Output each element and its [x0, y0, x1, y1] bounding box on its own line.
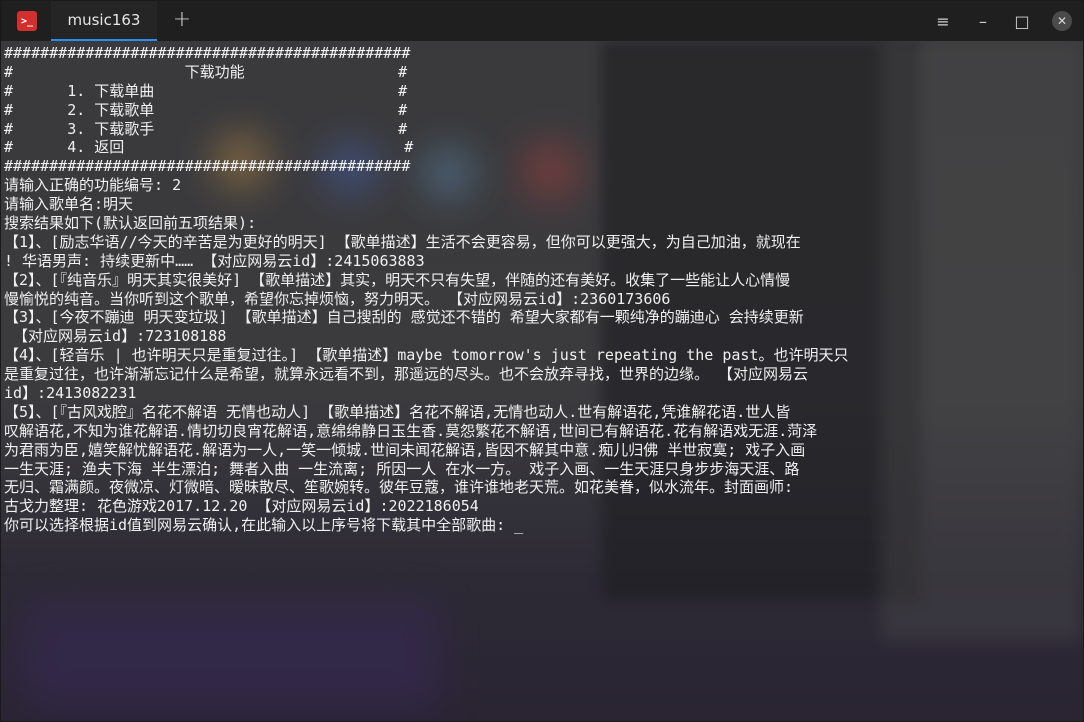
terminal-line: 叹解语花,不知为谁花解语.情切切良宵花解语,意绵绵静日玉生香.莫怨繁花不解语,世… — [4, 422, 1080, 441]
terminal-line-text: 【2】、[『纯音乐』明天其实很美好] 【歌单描述】其实，明天不只有失望，伴随的还… — [4, 270, 791, 289]
terminal-line-text: ! 华语男声: 持续更新中…… 【对应网易云id】:2415063883 — [4, 251, 425, 270]
terminal-line: 慢愉悦的纯音。当你听到这个歌单，希望你忘掉烦恼，努力明天。 【对应网易云id】:… — [4, 290, 1080, 309]
terminal-line-text: # 1. 下载单曲 # — [4, 81, 408, 100]
terminal-line: 一生天涯; 渔夫下海 半生漂泊; 舞者入曲 一生流离; 所因一人 在水一方。 戏… — [4, 460, 1080, 479]
menu-button[interactable]: ≡ — [930, 9, 956, 33]
terminal-line: 是重复过往，也许渐渐忘记什么是希望，就算永远看不到，那遥远的尽头。也不会放弃寻找… — [4, 365, 1080, 384]
terminal-line: 你可以选择根据id值到网易云确认,在此输入以上序号将下载其中全部歌曲: _ — [4, 516, 1080, 535]
minimize-button[interactable]: – — [970, 9, 996, 33]
terminal-line: ########################################… — [4, 44, 1080, 63]
terminal-app-icon[interactable]: >_ — [17, 11, 37, 31]
terminal-line-text: 【1】、[励志华语//今天的辛苦是为更好的明天] 【歌单描述】生活不会更容易，但… — [4, 232, 801, 251]
terminal-line-text: 为君雨为臣,嬉笑解忧解语花.解语为一人,一笑一倾城.世间未闻花解语,皆因不解其中… — [4, 440, 806, 459]
menu-icon: ≡ — [936, 11, 950, 31]
terminal-cursor[interactable]: _ — [514, 516, 523, 535]
terminal-line-text: ########################################… — [4, 157, 411, 176]
terminal-line: # 3. 下载歌手 # — [4, 120, 1080, 139]
terminal-output[interactable]: ########################################… — [4, 44, 1080, 716]
terminal-line-text: # 3. 下载歌手 # — [4, 119, 408, 138]
terminal-line-text: 你可以选择根据id值到网易云确认,在此输入以上序号将下载其中全部歌曲: — [4, 516, 515, 535]
maximize-button[interactable]: □ — [1009, 9, 1035, 33]
terminal-line-text: 【5】、[『古风戏腔』名花不解语 无情也动人] 【歌单描述】名花不解语,无情也动… — [4, 402, 791, 421]
terminal-line: 无归、霜满颜。夜微凉、灯微暗、暧昧散尽、笙歌婉转。彼年豆蔻，谁许谁地老天荒。如花… — [4, 478, 1080, 497]
terminal-line-text: 搜索结果如下(默认返回前五项结果): — [4, 214, 257, 233]
terminal-line: 【4】、[轻音乐 | 也许明天只是重复过往。] 【歌单描述】maybe tomo… — [4, 346, 1080, 365]
minimize-icon: – — [979, 11, 987, 31]
terminal-line: 搜索结果如下(默认返回前五项结果): — [4, 214, 1080, 233]
terminal-line: # 2. 下载歌单 # — [4, 101, 1080, 120]
terminal-line: # 4. 返回 # — [4, 138, 1080, 157]
terminal-line: # 下载功能 # — [4, 63, 1080, 82]
terminal-line-text: 【4】、[轻音乐 | 也许明天只是重复过往。] 【歌单描述】maybe tomo… — [4, 346, 849, 365]
terminal-line: 请输入正确的功能编号: 2 — [4, 176, 1080, 195]
terminal-line: 【2】、[『纯音乐』明天其实很美好] 【歌单描述】其实，明天不只有失望，伴随的还… — [4, 271, 1080, 290]
terminal-line-text: ########################################… — [4, 44, 411, 62]
terminal-line: 为君雨为臣,嬉笑解忧解语花.解语为一人,一笑一倾城.世间未闻花解语,皆因不解其中… — [4, 441, 1080, 460]
terminal-line: ########################################… — [4, 157, 1080, 176]
terminal-line: 【对应网易云id】:723108188 — [4, 327, 1080, 346]
terminal-line-text: 【3】、[今夜不蹦迪 明天变垃圾] 【歌单描述】自己搜刮的 感觉还不错的 希望大… — [4, 308, 804, 327]
terminal-line: ! 华语男声: 持续更新中…… 【对应网易云id】:2415063883 — [4, 252, 1080, 271]
tab-label: music163 — [67, 11, 141, 29]
terminal-line-text: # 4. 返回 # — [4, 138, 414, 157]
tab-music163[interactable]: music163 — [51, 1, 157, 41]
close-button[interactable]: ✕ — [1049, 9, 1075, 33]
add-tab-button[interactable]: + — [169, 7, 195, 33]
terminal-line: 【5】、[『古风戏腔』名花不解语 无情也动人] 【歌单描述】名花不解语,无情也动… — [4, 403, 1080, 422]
terminal-line-text: # 2. 下载歌单 # — [4, 100, 408, 119]
close-icon: ✕ — [1052, 11, 1072, 31]
terminal-line: # 1. 下载单曲 # — [4, 82, 1080, 101]
terminal-line: id】:2413082231 — [4, 384, 1080, 403]
terminal-line-text: 请输入正确的功能编号: 2 — [4, 176, 182, 195]
terminal-line: 请输入歌单名:明天 — [4, 195, 1080, 214]
terminal-line-text: 是重复过往，也许渐渐忘记什么是希望，就算永远看不到，那遥远的尽头。也不会放弃寻找… — [4, 365, 809, 384]
terminal-line-text: 古戈力整理: 花色游戏2017.12.20 【对应网易云id】:20221860… — [4, 497, 479, 516]
title-bar: >_ music163 + ≡ – □ ✕ — [1, 1, 1083, 41]
terminal-line-text: id】:2413082231 — [4, 384, 137, 403]
close-glyph: ✕ — [1056, 14, 1068, 28]
terminal-window: >_ music163 + ≡ – □ ✕ ##################… — [0, 0, 1084, 722]
terminal-line-text: 无归、霜满颜。夜微凉、灯微暗、暧昧散尽、笙歌婉转。彼年豆蔻，谁许谁地老天荒。如花… — [4, 478, 794, 497]
terminal-line: 古戈力整理: 花色游戏2017.12.20 【对应网易云id】:20221860… — [4, 497, 1080, 516]
terminal-line-text: 慢愉悦的纯音。当你听到这个歌单，希望你忘掉烦恼，努力明天。 【对应网易云id】:… — [4, 289, 671, 308]
terminal-line-text: 一生天涯; 渔夫下海 半生漂泊; 舞者入曲 一生流离; 所因一人 在水一方。 戏… — [4, 459, 800, 478]
maximize-icon: □ — [1014, 11, 1030, 31]
terminal-line-text: 叹解语花,不知为谁花解语.情切切良宵花解语,意绵绵静日玉生香.莫怨繁花不解语,世… — [4, 421, 818, 440]
terminal-line: 【3】、[今夜不蹦迪 明天变垃圾] 【歌单描述】自己搜刮的 感觉还不错的 希望大… — [4, 308, 1080, 327]
terminal-line: 【1】、[励志华语//今天的辛苦是为更好的明天] 【歌单描述】生活不会更容易，但… — [4, 233, 1080, 252]
terminal-line-text: 【对应网易云id】:723108188 — [4, 327, 227, 346]
terminal-line-text: 请输入歌单名:明天 — [4, 195, 134, 214]
terminal-line-text: # 下载功能 # — [4, 62, 408, 81]
